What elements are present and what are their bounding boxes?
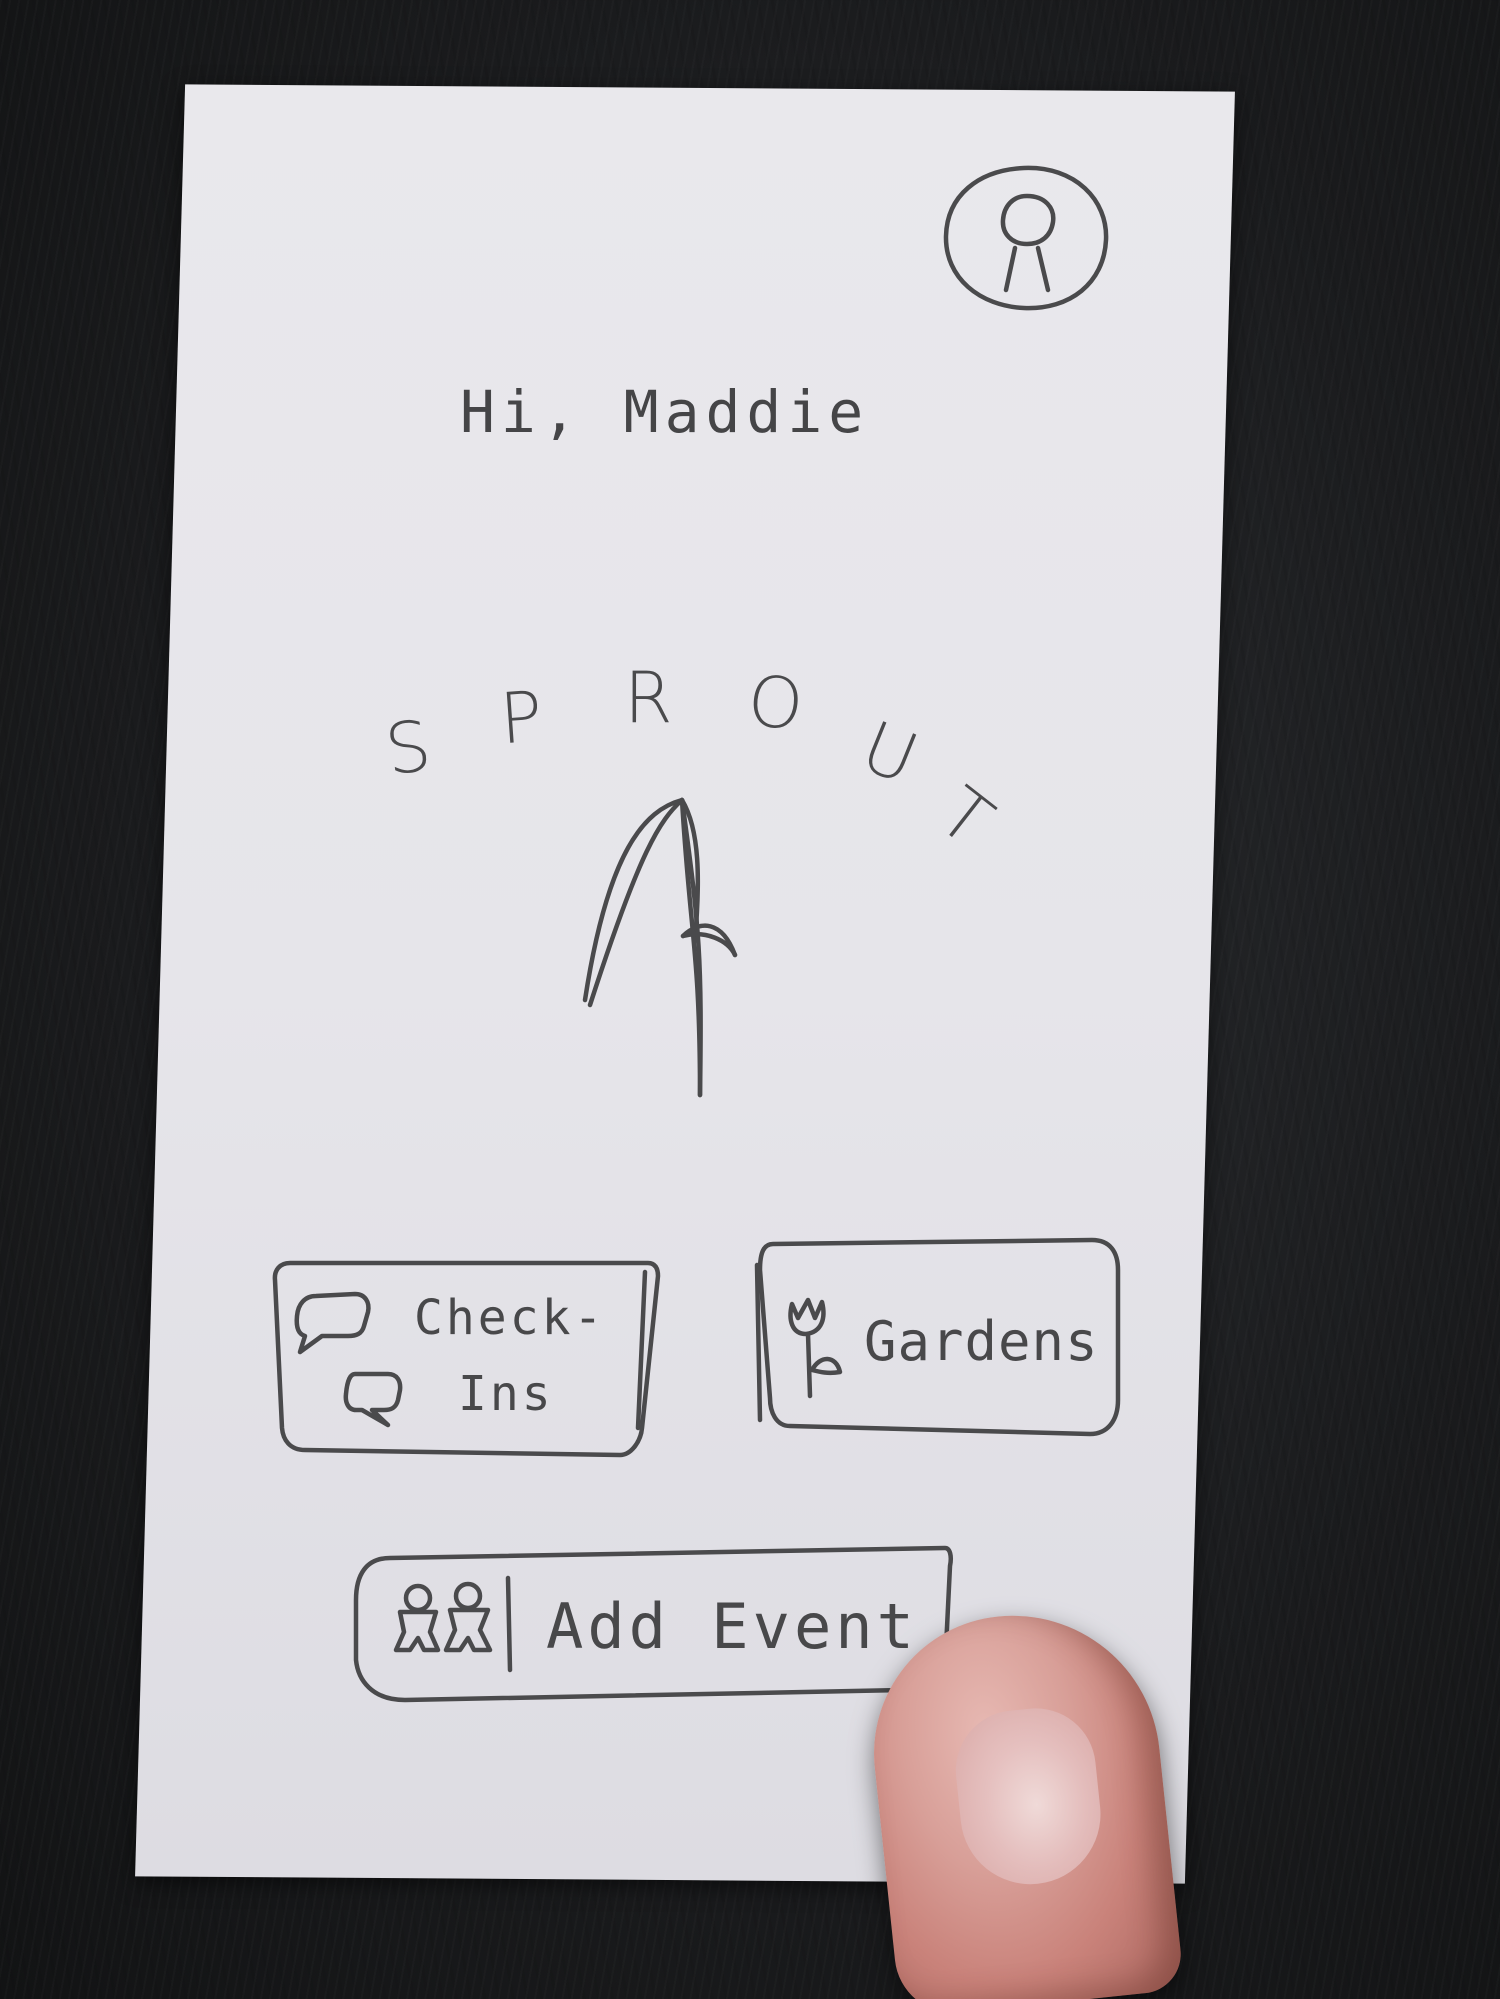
- title-letter-s: S: [380, 704, 436, 792]
- gardens-button[interactable]: Gardens: [756, 1238, 1122, 1438]
- greeting-text: Hi, Maddie: [460, 378, 870, 446]
- title-letter-o: O: [743, 659, 808, 747]
- add-event-button[interactable]: Add Event: [354, 1546, 954, 1704]
- title-letter-p: P: [497, 675, 546, 761]
- add-event-label: Add Event: [546, 1590, 918, 1663]
- check-ins-label-line1: Check-: [414, 1290, 606, 1346]
- check-ins-button[interactable]: Check- Ins: [274, 1260, 660, 1458]
- check-ins-label-line2: Ins: [458, 1366, 554, 1422]
- title-letter-r: R: [624, 657, 673, 739]
- gardens-label: Gardens: [864, 1310, 1099, 1373]
- profile-button[interactable]: [944, 164, 1110, 312]
- sprout-icon: [582, 797, 738, 1098]
- fingernail: [949, 1702, 1108, 1892]
